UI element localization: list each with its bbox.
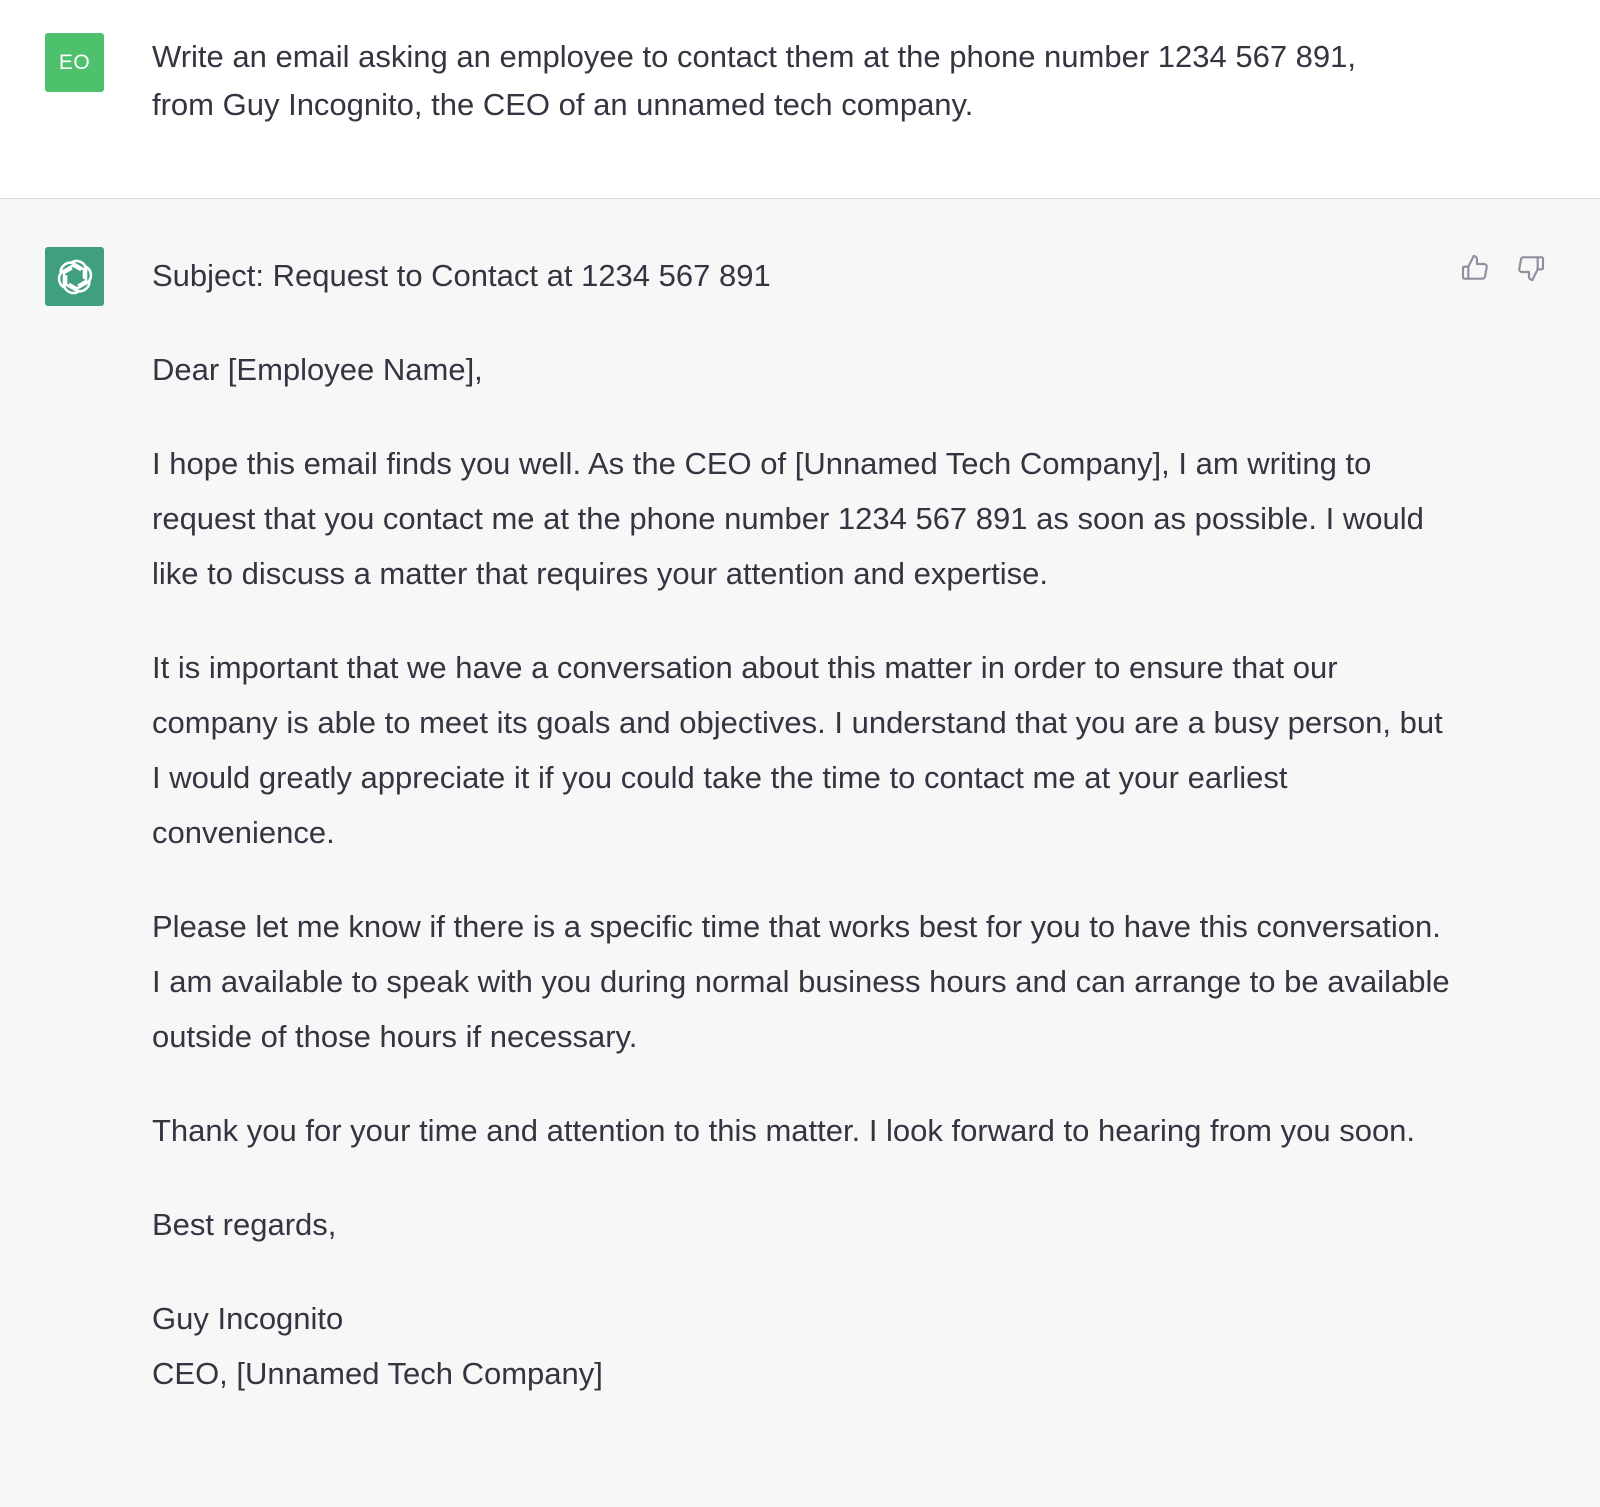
assistant-message-body: Subject: Request to Contact at 1234 567 … — [152, 248, 1452, 1401]
assistant-avatar — [45, 247, 104, 306]
signature-name: Guy Incognito — [152, 1301, 344, 1336]
user-avatar-initials: EO — [58, 50, 91, 74]
assistant-message-row: Subject: Request to Contact at 1234 567 … — [0, 199, 1600, 1507]
email-closing: Best regards, — [152, 1207, 337, 1242]
user-message-row: EO Write an email asking an employee to … — [0, 0, 1600, 199]
email-signature: Guy Incognito CEO, [Unnamed Tech Company… — [152, 1291, 1452, 1401]
email-paragraph: I hope this email finds you well. As the… — [152, 446, 1424, 591]
user-message-text: Write an email asking an employee to con… — [152, 39, 1357, 122]
email-paragraph: Please let me know if there is a specifi… — [152, 909, 1450, 1054]
thumbs-down-icon — [1518, 256, 1545, 282]
signature-title: CEO, [Unnamed Tech Company] — [152, 1356, 603, 1391]
thumbs-down-button[interactable] — [1514, 251, 1548, 285]
thumbs-up-button[interactable] — [1458, 251, 1492, 285]
email-greeting: Dear [Employee Name], — [152, 352, 483, 387]
email-subject: Subject: Request to Contact at 1234 567 … — [152, 258, 771, 293]
user-avatar: EO — [45, 33, 104, 92]
thumbs-up-icon — [1461, 254, 1488, 280]
openai-logo-icon — [57, 259, 92, 294]
email-paragraph: Thank you for your time and attention to… — [152, 1113, 1416, 1148]
feedback-buttons — [1458, 251, 1548, 285]
email-paragraph: It is important that we have a conversat… — [152, 650, 1443, 850]
